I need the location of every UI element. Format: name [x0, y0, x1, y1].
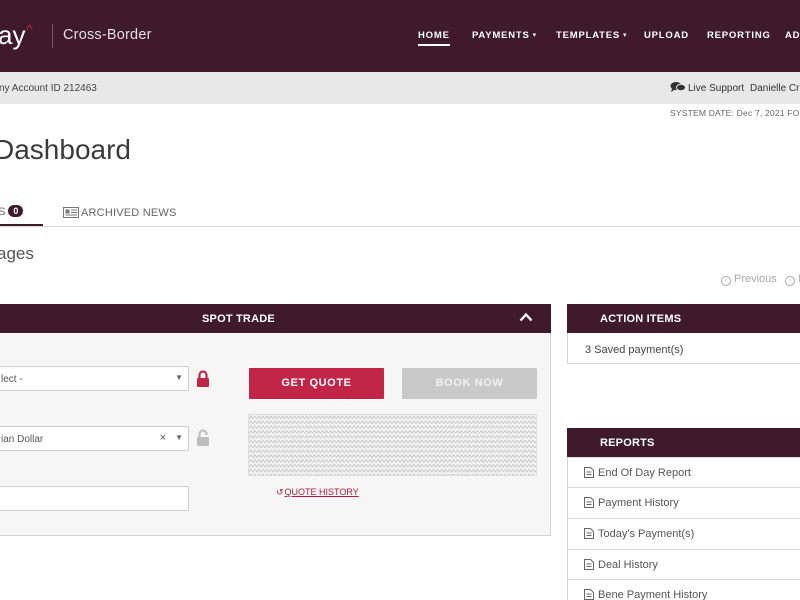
amount-input[interactable] [0, 486, 189, 511]
nav-admin[interactable]: ADI [785, 30, 800, 41]
tabs-divider [0, 226, 800, 227]
chevron-up-icon[interactable] [519, 312, 533, 322]
messages-title: ages [0, 244, 34, 263]
chevron-left-icon: ‹ [721, 276, 731, 286]
reports-header: REPORTS [567, 428, 800, 457]
action-item[interactable]: 3 Saved payment(s) [585, 344, 683, 356]
nav-templates[interactable]: TEMPLATES ▾ [556, 30, 627, 41]
document-icon [584, 589, 594, 600]
top-header: ay^ Cross-Border HOME PAYMENTS ▾ TEMPLATE… [0, 0, 800, 72]
unlock-icon[interactable] [196, 429, 210, 447]
document-icon [584, 497, 594, 508]
reports-panel: REPORTS End Of Day Report Payment Histor… [567, 428, 800, 600]
system-date: SYSTEM DATE: Dec 7, 2021 FOR V [670, 108, 800, 118]
document-icon [584, 559, 594, 570]
page-title: Dashboard [0, 134, 131, 165]
quote-history-link[interactable]: ↺QUOTE HISTORY [276, 487, 359, 498]
live-support-link[interactable]: Live Support [670, 81, 744, 94]
previous-page-button[interactable]: ‹ Previous [721, 273, 777, 286]
to-currency-select[interactable]: ian Dollar × ▼ [0, 426, 189, 451]
brand-logo[interactable]: ay^ [0, 20, 33, 51]
report-todays-payments[interactable]: Today's Payment(s) [568, 518, 800, 548]
book-now-button[interactable]: BOOK NOW [402, 368, 537, 399]
news-count-badge: 0 [8, 205, 24, 217]
document-icon [584, 528, 594, 539]
action-items-title: ACTION ITEMS [600, 313, 682, 325]
newspaper-icon [63, 207, 79, 218]
dashboard-page: ay^ Cross-Border HOME PAYMENTS ▾ TEMPLATE… [0, 0, 800, 600]
logo-caret-icon: ^ [26, 22, 33, 37]
tab-news[interactable]: S0 [0, 205, 24, 226]
clear-icon[interactable]: × [160, 432, 166, 444]
spot-trade-title: SPOT TRADE [202, 313, 275, 325]
action-items-header: ACTION ITEMS [567, 304, 800, 333]
lock-icon[interactable] [196, 370, 210, 388]
chevron-down-icon: ▾ [532, 32, 537, 39]
user-name[interactable]: Danielle Cro [750, 83, 800, 94]
get-quote-button[interactable]: GET QUOTE [249, 368, 384, 399]
nav-upload[interactable]: UPLOAD [644, 30, 689, 41]
nav-payments[interactable]: PAYMENTS ▾ [472, 30, 537, 41]
from-currency-select[interactable]: lect - ▼ [0, 366, 189, 391]
history-icon: ↺ [276, 487, 284, 497]
brand-subtitle: Cross-Border [63, 27, 152, 43]
caret-down-icon: ▼ [175, 433, 183, 442]
account-id: ny Account ID 212463 [0, 83, 97, 94]
tab-archived-news[interactable]: ARCHIVED NEWS [63, 207, 177, 219]
report-deal-history[interactable]: Deal History [568, 549, 800, 579]
chevron-right-icon: › [785, 276, 795, 286]
report-end-of-day[interactable]: End Of Day Report [568, 457, 800, 487]
reports-title: REPORTS [600, 437, 655, 449]
quote-placeholder-pattern [248, 414, 537, 476]
account-bar: ny Account ID 212463 Live Support Daniel… [0, 72, 800, 104]
next-page-button[interactable]: ›N [785, 273, 800, 286]
chat-icon [670, 82, 686, 92]
document-icon [584, 467, 594, 478]
report-payment-history[interactable]: Payment History [568, 487, 800, 517]
logo-divider [52, 24, 53, 48]
nav-reporting[interactable]: REPORTING [707, 30, 771, 41]
chevron-down-icon: ▾ [623, 32, 628, 39]
report-bene-payment-history[interactable]: Bene Payment History [568, 579, 800, 600]
spot-trade-header: SPOT TRADE [0, 304, 551, 333]
caret-down-icon: ▼ [175, 373, 183, 382]
nav-home[interactable]: HOME [418, 30, 450, 46]
action-items-panel: ACTION ITEMS 3 Saved payment(s) [567, 304, 800, 364]
